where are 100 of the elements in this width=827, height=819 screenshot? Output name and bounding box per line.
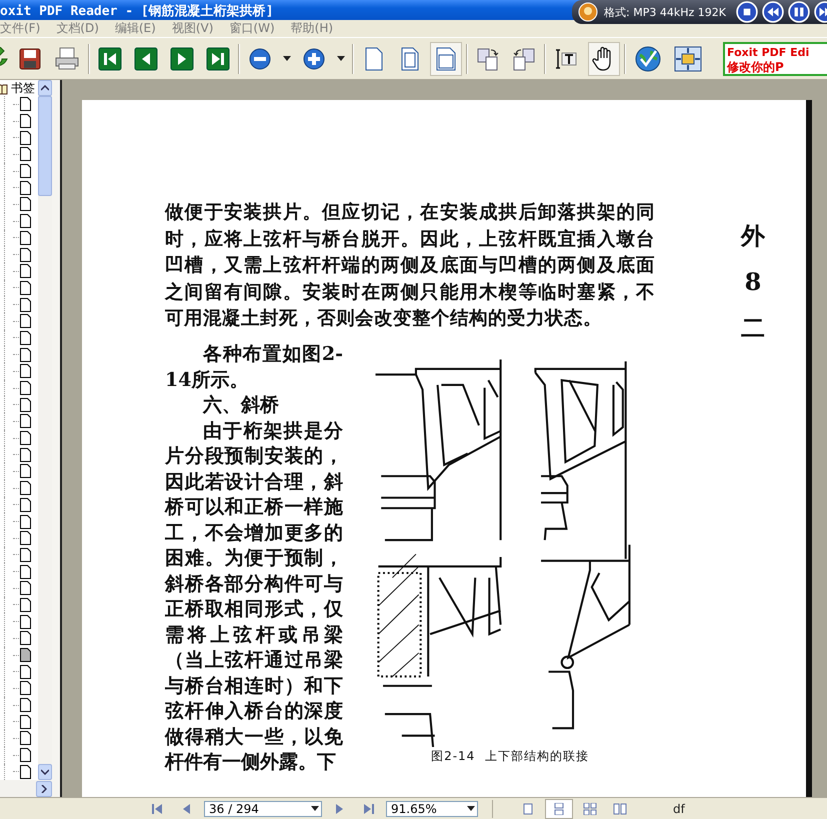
page-icon[interactable]: [20, 648, 31, 662]
margin-text: 外: [741, 222, 765, 250]
advertisement-banner[interactable]: Foxit PDF Edi 修改你的P: [723, 42, 827, 76]
page-icon[interactable]: [20, 398, 31, 412]
page-icon[interactable]: [20, 548, 31, 562]
page-icon[interactable]: [20, 581, 31, 596]
page-layout-icon: [583, 802, 597, 814]
page-frame-icon: [400, 46, 420, 70]
page-icon[interactable]: [20, 748, 31, 762]
margin-text: 8: [744, 268, 762, 296]
stop-button[interactable]: [736, 1, 758, 23]
arrow-down-icon[interactable]: [41, 769, 49, 775]
rotate-pages-icon: [476, 46, 500, 70]
skip-end-icon: [362, 802, 376, 814]
zoom-out-icon: [248, 46, 272, 70]
arrows-frame-icon: [674, 46, 702, 72]
globe-check-icon: [634, 44, 662, 72]
paragraph: 由于桁架拱是分片分段预制安装的，因此若设计合理，斜桥可以和正桥一样施工，不会增加更多的困难。为便于预制，斜桥各部分构件可与正桥取相同形式，仅需将上弦杆或吊梁（当上弦杆通过吊梁与桥台相连时）和下弦杆伸入桥台的深度做得稍大一些，以免杆件有一侧外露。下: [165, 418, 343, 775]
page-icon[interactable]: [20, 164, 31, 178]
page-layout-icon: [552, 802, 566, 814]
page-icon[interactable]: [20, 681, 31, 696]
page-icon[interactable]: [20, 664, 31, 679]
page-icon[interactable]: [20, 197, 31, 212]
menu-item[interactable]: 帮助(H): [290, 20, 334, 37]
horizontal-scrollbar[interactable]: [0, 780, 52, 797]
page-layout-icon: [521, 802, 535, 814]
zoom-in-icon: [302, 46, 326, 70]
page-icon[interactable]: [20, 264, 31, 278]
page-icon[interactable]: [20, 348, 31, 362]
page-icon[interactable]: [20, 714, 31, 729]
ad-text: 修改你的P: [727, 60, 785, 74]
page-icon[interactable]: [20, 180, 31, 195]
section-heading: 六、斜桥: [202, 393, 280, 418]
page-icon[interactable]: [20, 214, 31, 228]
hand-tool-button[interactable]: [588, 42, 620, 76]
page-icon[interactable]: [20, 147, 31, 162]
file-name-text: df: [673, 802, 685, 816]
triangle-left-icon: [134, 46, 158, 70]
page-icon[interactable]: [20, 731, 31, 746]
page-icon[interactable]: [20, 280, 31, 295]
page-icon[interactable]: [20, 698, 31, 712]
page-icon[interactable]: [20, 114, 31, 128]
vertical-scrollbar[interactable]: [38, 80, 52, 780]
page-icon[interactable]: [20, 130, 31, 145]
page-icon[interactable]: [20, 481, 31, 496]
rewind-button[interactable]: [762, 1, 784, 23]
page-icon[interactable]: [20, 431, 31, 446]
scrollbar-thumb[interactable]: [38, 96, 52, 196]
skip-start-icon: [98, 46, 122, 70]
page-icon[interactable]: [20, 531, 31, 546]
skip-start-icon: [150, 802, 164, 814]
page-layout-icon: [613, 802, 627, 814]
page-icon[interactable]: [20, 764, 31, 779]
ad-text: Foxit PDF Edi: [727, 46, 810, 60]
zoom-field[interactable]: 91.65%: [386, 800, 478, 816]
margin-text: 二: [741, 314, 765, 342]
caret-icon: [467, 806, 475, 811]
pause-button[interactable]: [788, 1, 810, 23]
page-icon[interactable]: [20, 598, 31, 612]
bookmarks-tab[interactable]: 书签: [11, 80, 35, 97]
page-icon[interactable]: [20, 514, 31, 529]
caret-icon: [311, 806, 319, 811]
paragraph: 各种布置如图2-14所示。: [165, 342, 343, 392]
page-icon[interactable]: [20, 364, 31, 378]
triangle-right-icon: [170, 46, 194, 70]
arrow-right-icon[interactable]: [41, 784, 47, 792]
menu-item[interactable]: 编辑(E): [114, 20, 156, 37]
page-icon[interactable]: [20, 631, 31, 646]
page-icon[interactable]: [20, 564, 31, 579]
printer-icon: [54, 46, 80, 70]
caret-icon: [283, 56, 291, 62]
menu-item[interactable]: 窗口(W): [229, 20, 275, 37]
page-icon[interactable]: [20, 614, 31, 629]
window-title: oxit PDF Reader - [钢筋混凝土桁架拱桥]: [0, 3, 274, 21]
caret-icon: [337, 56, 345, 62]
page-icon[interactable]: [20, 314, 31, 328]
page-icon[interactable]: [20, 381, 31, 396]
page-icon: [364, 46, 384, 70]
page-icon[interactable]: [20, 248, 31, 262]
page-icon[interactable]: [20, 298, 31, 312]
figure-caption: 图2-14 上下部结构的联接: [431, 749, 589, 763]
page-icon[interactable]: [20, 498, 31, 512]
menu-item[interactable]: 视图(V): [172, 20, 214, 37]
arrow-up-icon[interactable]: [41, 85, 49, 91]
page-icon[interactable]: [20, 414, 31, 428]
menu-item[interactable]: 文件(F): [0, 20, 40, 37]
continuous-button[interactable]: [545, 798, 573, 818]
menu-item[interactable]: 文档(D): [56, 20, 99, 37]
skip-end-icon: [206, 46, 230, 70]
fit-width-button[interactable]: [430, 42, 462, 76]
page-number-field[interactable]: 36 / 294: [204, 800, 322, 816]
page-icon[interactable]: [20, 97, 31, 112]
audio-format-text: 格式: MP3 44kHz 192K: [604, 4, 726, 20]
rotate-pages-icon: [512, 46, 536, 70]
page-icon[interactable]: [20, 464, 31, 478]
page-icon[interactable]: [20, 448, 31, 462]
speaker-icon: [578, 2, 598, 22]
page-icon[interactable]: [20, 230, 31, 245]
page-icon[interactable]: [20, 330, 31, 345]
paragraph: 做便于安装拱片。但应切记，在安装成拱后卸落拱架的同时，应将上弦杆与桥台脱开。因此，上弦杆既宜插入墩台凹槽，又需上弦杆杆端的两侧及底面与凹槽的两侧及底面之间留有间隙。安装时在两侧只能用木楔等临时塞紧，不可用混凝土封死，否则会改变整个结构的受力状态。: [165, 200, 655, 331]
